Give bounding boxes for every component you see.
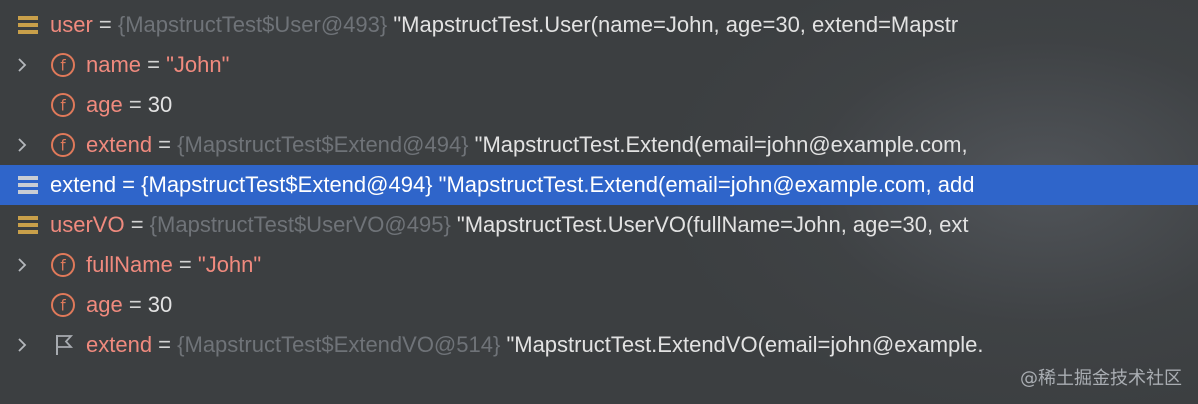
tree-row-extend-selected[interactable]: extend = {MapstructTest$Extend@494} "Map… bbox=[0, 165, 1198, 205]
variable-name: age bbox=[86, 92, 123, 117]
assign-operator: = bbox=[124, 212, 150, 237]
variable-name: userVO bbox=[50, 212, 125, 237]
variable-name: extend bbox=[86, 132, 153, 157]
field-icon: f bbox=[50, 93, 75, 117]
expand-arrow-icon[interactable] bbox=[14, 245, 30, 285]
flag-icon bbox=[52, 333, 76, 357]
field-icon: f bbox=[50, 293, 75, 317]
variable-name: user bbox=[50, 12, 93, 37]
variable-value: 30 bbox=[147, 92, 173, 117]
variable-name: name bbox=[86, 52, 142, 77]
tree-row-age[interactable]: f age = 30 bbox=[0, 85, 1198, 125]
variable-value: "MapstructTest.Extend(email=john@example… bbox=[468, 132, 968, 157]
variable-name: fullName bbox=[86, 252, 173, 277]
assign-operator: = bbox=[122, 292, 148, 317]
object-reference: {MapstructTest$User@493} bbox=[117, 12, 388, 37]
variable-value: "MapstructTest.Extend(email=john@example… bbox=[432, 172, 975, 197]
tree-row-text: age = 30 bbox=[86, 285, 172, 325]
variable-list-icon bbox=[17, 173, 41, 197]
variable-list-icon bbox=[17, 213, 41, 237]
tree-row-text: extend = {MapstructTest$Extend@494} "Map… bbox=[50, 165, 974, 205]
watermark: @稀土掘金技术社区 bbox=[1020, 368, 1182, 389]
field-icon: f bbox=[50, 253, 75, 277]
variable-value: "John" bbox=[166, 52, 230, 77]
tree-row-text: extend = {MapstructTest$Extend@494} "Map… bbox=[86, 125, 968, 165]
expand-arrow-icon[interactable] bbox=[14, 125, 30, 165]
variable-name: age bbox=[86, 292, 123, 317]
tree-row-extend-vo[interactable]: extend = {MapstructTest$ExtendVO@514} "M… bbox=[0, 325, 1198, 365]
tree-row-text: extend = {MapstructTest$ExtendVO@514} "M… bbox=[86, 325, 984, 365]
variable-name: extend bbox=[50, 172, 117, 197]
field-letter: f bbox=[60, 57, 66, 75]
tree-row-extend-field[interactable]: f extend = {MapstructTest$Extend@494} "M… bbox=[0, 125, 1198, 165]
assign-operator: = bbox=[122, 92, 148, 117]
tree-row-text: name = "John" bbox=[86, 45, 229, 85]
variable-value: "MapstructTest.User(name=John, age=30, e… bbox=[387, 12, 959, 37]
variable-value: "John" bbox=[197, 252, 262, 277]
variable-value: 30 bbox=[147, 292, 173, 317]
tree-row-text: user = {MapstructTest$User@493} "Mapstru… bbox=[50, 5, 958, 45]
assign-operator: = bbox=[172, 252, 198, 277]
tree-row-text: userVO = {MapstructTest$UserVO@495} "Map… bbox=[50, 205, 969, 245]
object-reference: {MapstructTest$ExtendVO@514} bbox=[177, 332, 501, 357]
object-reference: {MapstructTest$Extend@494} bbox=[177, 132, 469, 157]
assign-operator: = bbox=[152, 332, 178, 357]
tree-row-fullname[interactable]: f fullName = "John" bbox=[0, 245, 1198, 285]
tree-row-text: age = 30 bbox=[86, 85, 172, 125]
variable-list-icon bbox=[17, 13, 41, 37]
tree-row-name[interactable]: f name = "John" bbox=[0, 45, 1198, 85]
object-reference: {MapstructTest$Extend@494} bbox=[141, 172, 433, 197]
field-letter: f bbox=[60, 97, 66, 115]
field-icon: f bbox=[50, 53, 75, 77]
field-letter: f bbox=[60, 137, 66, 155]
variable-value: "MapstructTest.UserVO(fullName=John, age… bbox=[450, 212, 969, 237]
expand-arrow-icon[interactable] bbox=[14, 325, 30, 365]
assign-operator: = bbox=[141, 52, 167, 77]
object-reference: {MapstructTest$UserVO@495} bbox=[149, 212, 451, 237]
field-letter: f bbox=[60, 257, 66, 275]
debugger-variables-tree: user = {MapstructTest$User@493} "Mapstru… bbox=[0, 5, 1198, 365]
field-letter: f bbox=[60, 297, 66, 315]
field-icon: f bbox=[50, 133, 75, 157]
variable-value: "MapstructTest.ExtendVO(email=john@examp… bbox=[500, 332, 984, 357]
tree-row-text: fullName = "John" bbox=[86, 245, 261, 285]
expand-arrow-icon[interactable] bbox=[14, 45, 30, 85]
assign-operator: = bbox=[152, 132, 178, 157]
assign-operator: = bbox=[92, 12, 118, 37]
tree-row-user[interactable]: user = {MapstructTest$User@493} "Mapstru… bbox=[0, 5, 1198, 45]
variable-name: extend bbox=[86, 332, 153, 357]
tree-row-age-vo[interactable]: f age = 30 bbox=[0, 285, 1198, 325]
tree-row-uservo[interactable]: userVO = {MapstructTest$UserVO@495} "Map… bbox=[0, 205, 1198, 245]
assign-operator: = bbox=[116, 172, 142, 197]
